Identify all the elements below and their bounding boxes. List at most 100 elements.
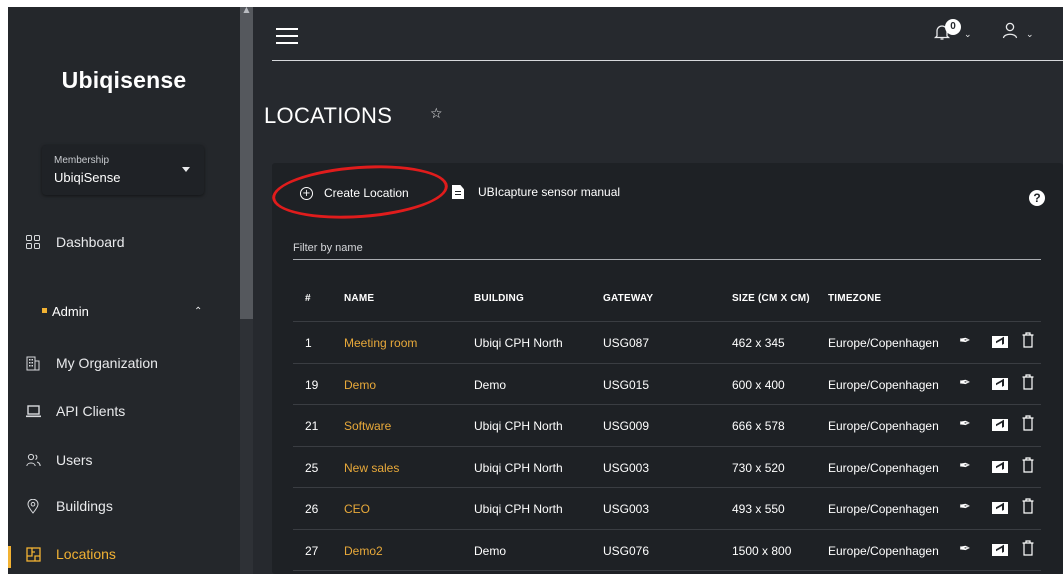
- cell-id: 25: [305, 460, 319, 475]
- menu-toggle-button[interactable]: [276, 27, 298, 45]
- app-logo: Ubiqisense: [61, 67, 187, 93]
- column-header-number[interactable]: #: [305, 293, 311, 304]
- sidebar-group-admin[interactable]: Admin ⌃: [8, 293, 240, 329]
- cell-gateway: USG003: [603, 502, 650, 516]
- row-actions: ✒: [959, 498, 1039, 518]
- notifications-button[interactable]: 0 ⌄: [933, 19, 974, 47]
- row-actions: ✒: [959, 539, 1040, 561]
- cell-building: Demo: [474, 377, 507, 392]
- column-header-building[interactable]: BUILDING: [474, 293, 524, 304]
- edit-pencil-icon[interactable]: ✒: [959, 499, 977, 519]
- header-divider: [272, 60, 1063, 61]
- trash-icon[interactable]: [1022, 332, 1040, 352]
- sidebar-item-label: Users: [56, 452, 93, 468]
- edit-pencil-icon[interactable]: ✒: [959, 541, 977, 561]
- sensor-manual-label: UBIcapture sensor manual: [478, 185, 621, 199]
- table-row: 25 New sales Ubiqi CPH North USG003 730 …: [293, 447, 1041, 488]
- trash-icon[interactable]: [1022, 373, 1040, 394]
- trash-icon[interactable]: [1022, 539, 1040, 560]
- chevron-up-icon: ⌃: [194, 305, 203, 317]
- column-header-timezone[interactable]: TIMEZONE: [828, 293, 881, 304]
- location-name-link[interactable]: Meeting room: [344, 336, 417, 350]
- table-row: 21 Software Ubiqi CPH North USG009 666 x…: [293, 405, 1041, 447]
- create-location-button[interactable]: + Create Location: [300, 181, 409, 205]
- locations-table: # NAME BUILDING GATEWAY SIZE (CM X CM) T…: [293, 273, 1041, 571]
- favorite-star-icon[interactable]: ☆: [430, 106, 443, 122]
- cell-timezone: Europe/Copenhagen: [828, 377, 939, 392]
- chart-icon[interactable]: [992, 543, 1008, 556]
- cell-gateway: USG003: [603, 460, 650, 475]
- edit-pencil-icon[interactable]: ✒: [959, 458, 977, 478]
- chevron-down-icon: ⌄: [1026, 30, 1034, 40]
- notification-count-badge: 0: [945, 19, 961, 35]
- sidebar-item-users[interactable]: Users: [8, 442, 240, 478]
- membership-value: UbiqiSense: [54, 170, 121, 185]
- cell-building: Demo: [474, 543, 507, 558]
- sensor-manual-link[interactable]: UBIcapture sensor manual: [452, 185, 620, 199]
- trash-icon[interactable]: [1022, 456, 1040, 477]
- building-icon: [25, 355, 41, 371]
- filter-input[interactable]: [293, 238, 1041, 258]
- location-name-link[interactable]: New sales: [344, 461, 399, 475]
- cell-gateway: USG015: [603, 377, 650, 392]
- membership-caption: Membership: [54, 155, 110, 166]
- scroll-up-arrow-icon[interactable]: ▲: [240, 7, 253, 15]
- chart-icon[interactable]: [992, 460, 1008, 473]
- users-icon: [25, 452, 41, 468]
- chart-icon[interactable]: [992, 336, 1008, 348]
- sidebar-group-label: Admin: [52, 303, 89, 319]
- column-header-size[interactable]: SIZE (CM X CM): [732, 293, 810, 304]
- edit-pencil-icon[interactable]: ✒: [959, 333, 977, 353]
- user-icon: [1002, 22, 1018, 44]
- table-row: 26 CEO Ubiqi CPH North USG003 493 x 550 …: [293, 488, 1041, 530]
- table-row: 19 Demo Demo USG015 600 x 400 Europe/Cop…: [293, 364, 1041, 405]
- sidebar-item-label: My Organization: [56, 355, 158, 371]
- cell-id: 27: [305, 543, 319, 558]
- sidebar-item-dashboard[interactable]: Dashboard: [8, 224, 240, 260]
- row-actions: ✒: [959, 456, 1040, 478]
- help-icon[interactable]: ?: [1029, 190, 1045, 206]
- location-name-link[interactable]: Demo: [344, 378, 376, 392]
- membership-select[interactable]: Membership UbiqiSense: [42, 145, 204, 195]
- edit-pencil-icon[interactable]: ✒: [959, 375, 977, 395]
- sidebar-item-api-clients[interactable]: API Clients: [8, 393, 240, 429]
- sidebar-item-label: Locations: [56, 546, 116, 562]
- cell-id: 19: [305, 377, 319, 392]
- sidebar-item-locations[interactable]: Locations: [8, 536, 240, 572]
- column-header-gateway[interactable]: GATEWAY: [603, 293, 653, 304]
- sidebar-item-buildings[interactable]: Buildings: [8, 488, 240, 524]
- chart-icon[interactable]: [992, 502, 1008, 514]
- page-title: LOCATIONS: [264, 103, 393, 128]
- cell-building: Ubiqi CPH North: [474, 502, 563, 516]
- chart-icon[interactable]: [992, 377, 1008, 390]
- cell-size: 493 x 550: [732, 502, 785, 516]
- sidebar-item-my-organization[interactable]: My Organization: [8, 345, 240, 381]
- table-header: # NAME BUILDING GATEWAY SIZE (CM X CM) T…: [293, 273, 1041, 322]
- cell-id: 21: [305, 419, 319, 433]
- cell-gateway: USG087: [603, 336, 650, 350]
- user-menu-button[interactable]: ⌄: [1002, 21, 1042, 47]
- location-name-link[interactable]: Software: [344, 419, 391, 433]
- grid-icon: [25, 234, 41, 250]
- edit-pencil-icon[interactable]: ✒: [959, 416, 977, 436]
- table-row: 1 Meeting room Ubiqi CPH North USG087 46…: [293, 322, 1041, 364]
- trash-icon[interactable]: [1022, 498, 1040, 518]
- location-name-link[interactable]: Demo2: [344, 544, 383, 558]
- hamburger-line: [276, 28, 298, 30]
- admin-bullet: [42, 308, 47, 313]
- scrollbar-thumb[interactable]: [240, 7, 253, 319]
- location-name-link[interactable]: CEO: [344, 502, 370, 516]
- location-pin-icon: [25, 498, 41, 514]
- column-header-name[interactable]: NAME: [344, 293, 374, 304]
- cell-size: 730 x 520: [732, 460, 785, 475]
- cell-building: Ubiqi CPH North: [474, 460, 563, 475]
- filter-by-name: [293, 238, 1041, 260]
- sidebar-scrollbar[interactable]: ▲: [240, 7, 253, 574]
- cell-gateway: USG009: [603, 419, 650, 433]
- active-item-marker: [8, 546, 11, 568]
- trash-icon[interactable]: [1022, 415, 1040, 435]
- laptop-icon: [25, 403, 41, 419]
- sidebar-item-label: API Clients: [56, 403, 126, 419]
- floorplan-icon: [25, 546, 41, 562]
- chart-icon[interactable]: [992, 419, 1008, 431]
